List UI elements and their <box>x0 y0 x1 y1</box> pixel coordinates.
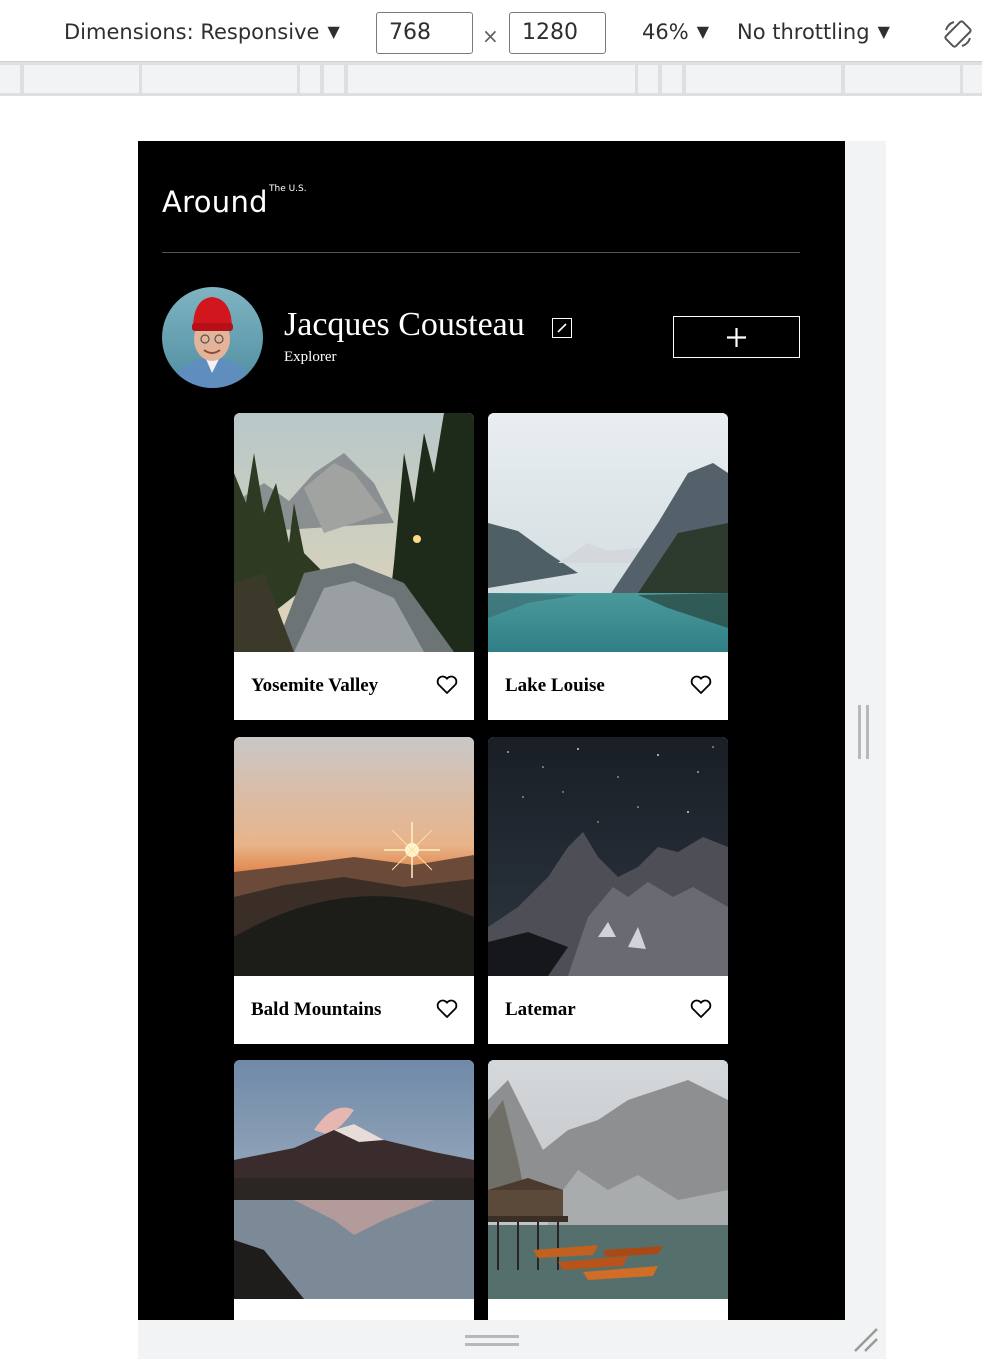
chevron-down-icon: ▼ <box>696 22 709 41</box>
heart-icon[interactable] <box>690 999 712 1019</box>
card-image[interactable] <box>488 1060 728 1299</box>
dimensions-dropdown[interactable]: Dimensions: Responsive ▼ <box>64 20 340 44</box>
page-viewport: Around The U.S. Jacques Cousteau Explore… <box>138 141 845 1320</box>
media-query-segment[interactable] <box>348 65 635 93</box>
add-place-button[interactable] <box>673 316 800 358</box>
logo-subtitle: The U.S. <box>269 184 307 194</box>
place-card <box>234 1060 474 1320</box>
card-title: Latemar <box>505 999 576 1020</box>
zoom-dropdown[interactable]: 46% ▼ <box>642 20 709 44</box>
resize-corner-icon[interactable] <box>852 1326 880 1354</box>
rotate-icon[interactable] <box>942 18 974 50</box>
avatar-image <box>162 287 263 388</box>
times-icon: × <box>482 24 499 48</box>
header-divider <box>162 252 800 253</box>
card-title: Yosemite Valley <box>251 675 379 696</box>
media-query-segment[interactable] <box>24 65 139 93</box>
place-card: Latemar <box>488 737 728 1044</box>
media-query-segment[interactable] <box>300 65 320 93</box>
card-image[interactable] <box>488 413 728 652</box>
place-card: Yosemite Valley <box>234 413 474 720</box>
place-card: Lake Louise <box>488 413 728 720</box>
heart-icon[interactable] <box>690 675 712 695</box>
media-query-segment[interactable] <box>963 65 982 93</box>
media-query-segment[interactable] <box>638 65 658 93</box>
throttling-label: No throttling <box>737 20 870 44</box>
zoom-label: 46% <box>642 20 689 44</box>
resize-handle-bottom[interactable] <box>465 1334 521 1348</box>
media-query-segment[interactable] <box>324 65 344 93</box>
chevron-down-icon: ▼ <box>327 22 340 41</box>
media-query-segment[interactable] <box>686 65 841 93</box>
media-query-segment[interactable] <box>662 65 682 93</box>
card-image[interactable] <box>234 1060 474 1299</box>
logo: Around <box>162 185 268 219</box>
card-title: Bald Mountains <box>251 999 382 1020</box>
heart-icon[interactable] <box>436 999 458 1019</box>
media-query-bar <box>0 62 982 96</box>
profile-name: Jacques Cousteau <box>284 306 525 343</box>
chevron-down-icon: ▼ <box>877 22 890 41</box>
place-card: Bald Mountains <box>234 737 474 1044</box>
throttling-dropdown[interactable]: No throttling ▼ <box>737 20 890 44</box>
resize-handle-right[interactable] <box>856 705 872 759</box>
avatar[interactable] <box>162 287 263 388</box>
media-query-segment[interactable] <box>845 65 960 93</box>
heart-icon[interactable] <box>436 675 458 695</box>
media-query-segment[interactable] <box>0 65 20 93</box>
media-query-segment[interactable] <box>142 65 297 93</box>
card-title: Lake Louise <box>505 675 605 696</box>
width-input[interactable]: 768 <box>376 12 473 54</box>
card-image[interactable] <box>234 737 474 976</box>
height-input[interactable]: 1280 <box>509 12 606 54</box>
plus-icon <box>727 328 746 347</box>
card-image[interactable] <box>234 413 474 652</box>
dimensions-label: Dimensions: Responsive <box>64 20 320 44</box>
place-card <box>488 1060 728 1320</box>
pencil-icon <box>557 323 567 333</box>
device-toolbar: Dimensions: Responsive ▼ 768 × 1280 46% ▼ … <box>0 0 982 62</box>
profile-job: Explorer <box>284 349 337 365</box>
edit-profile-button[interactable] <box>552 318 572 338</box>
card-image[interactable] <box>488 737 728 976</box>
